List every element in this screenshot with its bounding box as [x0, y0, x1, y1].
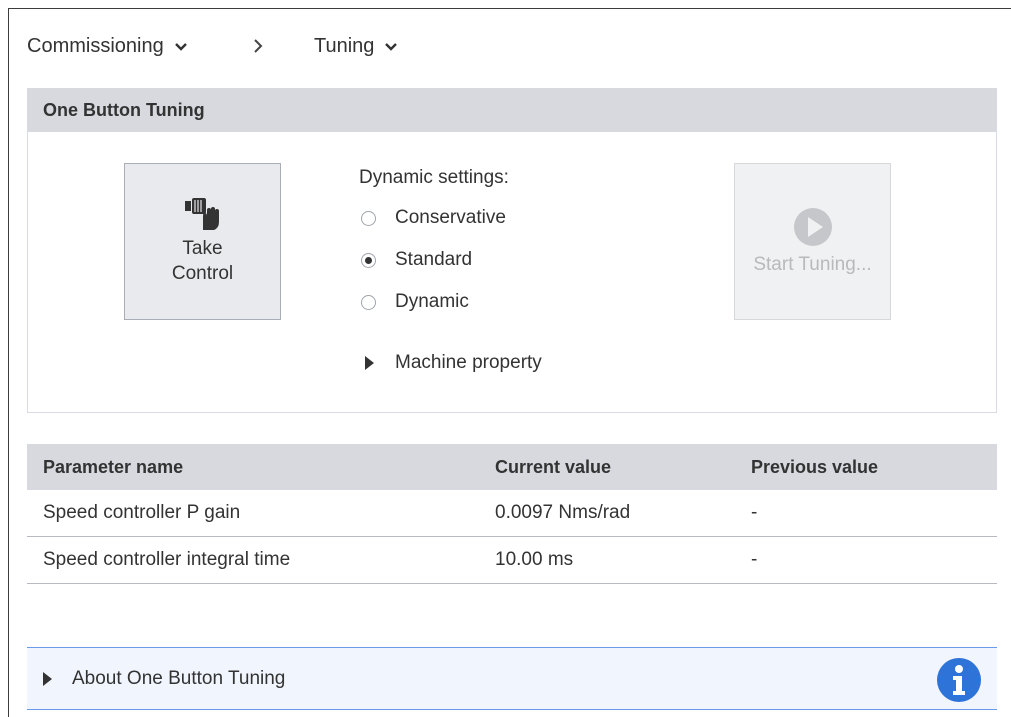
table-header: Parameter name Current value Previous va…	[27, 444, 997, 490]
breadcrumb-tuning[interactable]: Tuning	[314, 35, 398, 58]
radio-circle-icon	[361, 210, 376, 226]
radio-dynamic[interactable]: Dynamic	[361, 291, 469, 313]
one-button-tuning-body: Take Control Dynamic settings: Conservat…	[27, 132, 997, 413]
take-control-button[interactable]: Take Control	[124, 163, 281, 320]
about-label: About One Button Tuning	[72, 667, 286, 689]
radio-conservative-label: Conservative	[395, 207, 506, 228]
section-title: One Button Tuning	[43, 99, 205, 120]
start-tuning-button[interactable]: Start Tuning...	[734, 163, 891, 320]
radio-selected-icon	[361, 252, 376, 268]
chevron-down-icon	[174, 42, 187, 51]
play-icon	[793, 208, 832, 246]
breadcrumb-commissioning-label: Commissioning	[27, 35, 164, 57]
radio-dynamic-label: Dynamic	[395, 291, 469, 312]
column-header-current-value: Current value	[495, 456, 612, 477]
cell-previous-value: -	[751, 549, 758, 570]
one-button-tuning-header: One Button Tuning	[27, 88, 997, 132]
start-tuning-label: Start Tuning...	[753, 254, 872, 275]
caret-right-icon	[43, 671, 52, 686]
caret-right-icon	[365, 356, 374, 370]
machine-property-label: Machine property	[395, 352, 542, 373]
about-one-button-tuning-expander[interactable]: About One Button Tuning	[27, 647, 997, 710]
cell-parameter-name: Speed controller integral time	[43, 549, 291, 570]
cell-current-value: 10.00 ms	[495, 549, 574, 570]
radio-circle-icon	[361, 294, 376, 310]
column-header-parameter-name: Parameter name	[43, 456, 184, 477]
info-icon[interactable]	[937, 658, 981, 702]
cell-previous-value: -	[751, 502, 758, 523]
dynamic-settings-label: Dynamic settings:	[359, 167, 509, 188]
breadcrumb-tuning-label: Tuning	[314, 35, 375, 57]
machine-property-expander[interactable]: Machine property	[365, 352, 542, 374]
radio-standard[interactable]: Standard	[361, 249, 472, 271]
column-header-previous-value: Previous value	[751, 456, 879, 477]
cell-current-value: 0.0097 Nms/rad	[495, 502, 631, 523]
breadcrumb-separator-icon	[253, 38, 263, 59]
table-row: Speed controller integral time 10.00 ms …	[27, 537, 997, 584]
radio-standard-label: Standard	[395, 249, 473, 270]
tuning-panel: Commissioning Tuning One Button Tuning T…	[8, 8, 1011, 717]
motor-hand-icon	[184, 198, 219, 230]
take-control-label-1: Take	[182, 238, 223, 259]
parameter-table: Parameter name Current value Previous va…	[27, 444, 997, 584]
table-row: Speed controller P gain 0.0097 Nms/rad -	[27, 490, 997, 537]
take-control-label-2: Control	[171, 263, 234, 284]
cell-parameter-name: Speed controller P gain	[43, 502, 241, 523]
chevron-down-icon	[385, 42, 398, 51]
breadcrumb-commissioning[interactable]: Commissioning	[27, 35, 188, 58]
radio-conservative[interactable]: Conservative	[361, 207, 506, 229]
